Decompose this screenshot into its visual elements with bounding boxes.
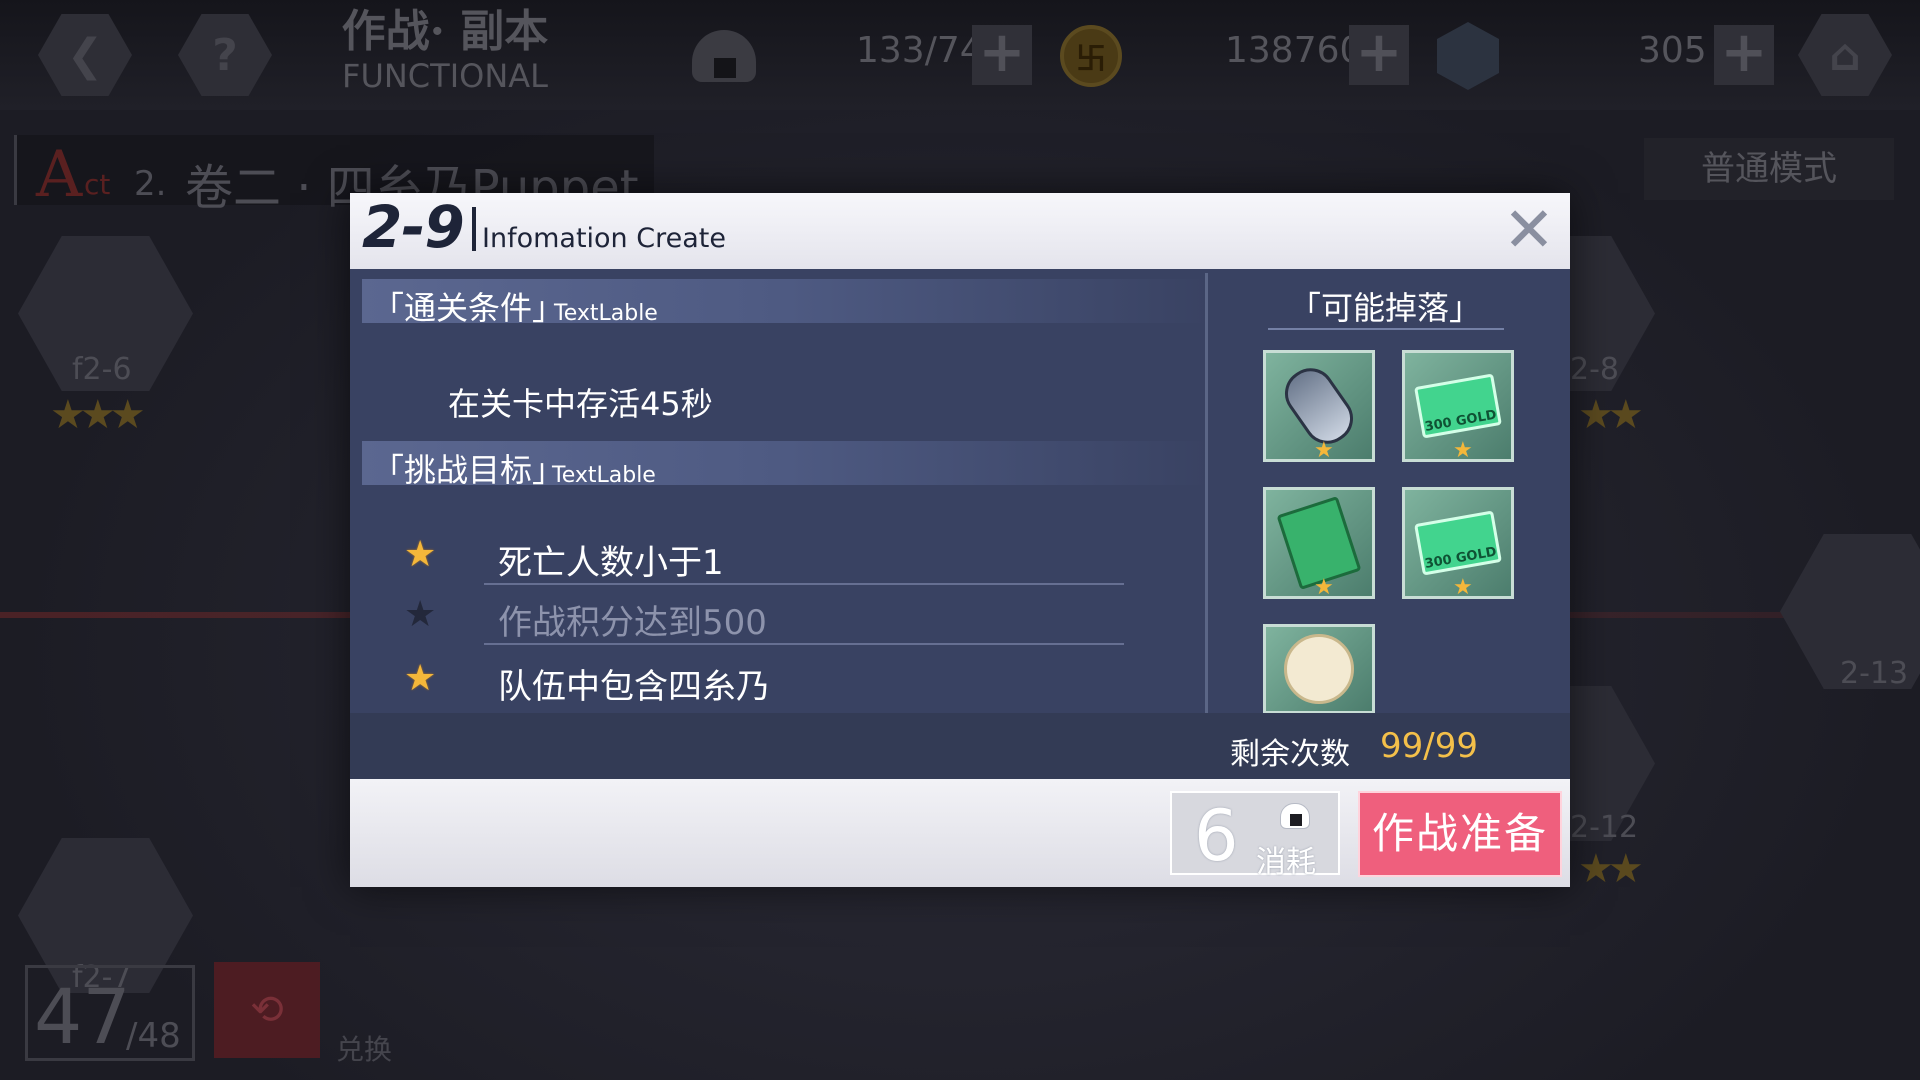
mode-button[interactable]: 普通模式	[1644, 138, 1894, 200]
star-filled-icon: ★	[404, 658, 437, 699]
goal-text: 作战积分达到500	[498, 603, 767, 643]
stamina-value: 133/74	[856, 30, 983, 71]
drop-item[interactable]: ★	[1263, 350, 1375, 463]
goal-row: ★ 队伍中包含四糸乃	[362, 651, 1162, 709]
clear-conditions-header: 「通关条件」 TextLable	[362, 279, 1210, 327]
counter-value: 47	[34, 972, 131, 1061]
challenge-goals-sub: TextLable	[552, 463, 656, 488]
dialog-header: 2-9 Infomation Create ✕	[350, 193, 1570, 269]
goal-row: ★ 死亡人数小于1	[362, 527, 1162, 585]
drop-item[interactable]: 300 GOLD ★	[1402, 350, 1514, 463]
clear-condition-text: 在关卡中存活45秒	[448, 385, 713, 423]
star-icon: ★	[1453, 438, 1473, 463]
act-suffix: ct	[84, 168, 111, 201]
star-empty-icon: ★	[404, 594, 437, 635]
stamina-cost: 6 消耗	[1170, 791, 1340, 880]
progress-counter: 47 /48	[25, 965, 195, 1061]
stage-info-dialog: 2-9 Infomation Create ✕ 「通关条件」 TextLable…	[350, 193, 1570, 887]
screen-title: 作战· 副本 FUNCTIONAL	[330, 6, 560, 94]
stage-subtitle: Infomation Create	[482, 223, 726, 254]
add-gem-button[interactable]: +	[1714, 25, 1774, 85]
screen-title-cn: 作战· 副本	[341, 6, 549, 57]
stage-node-label: 2-8	[1570, 352, 1619, 387]
remaining-label: 剩余次数	[1230, 737, 1350, 772]
exchange-label: 兑换	[336, 1033, 393, 1066]
star-filled-icon: ★	[404, 534, 437, 575]
drop-item[interactable]	[1263, 624, 1375, 714]
bunny-doll-icon	[1284, 634, 1354, 704]
drop-item[interactable]: 300 GOLD ★	[1402, 487, 1514, 600]
stage-node-label: 2-12	[1570, 810, 1639, 845]
goal-divider	[484, 643, 1124, 645]
goal-divider	[484, 583, 1124, 585]
goal-text: 队伍中包含四糸乃	[498, 667, 770, 707]
counter-total: /48	[126, 1016, 181, 1056]
act-letter: A	[36, 138, 83, 212]
stage-stars: ★★★	[50, 392, 146, 438]
stage-node-label: f2-6	[72, 352, 132, 387]
star-icon: ★	[1314, 575, 1334, 600]
coin-icon: 卐	[1060, 25, 1122, 87]
exchange-icon: ⟲	[250, 987, 284, 1033]
stage-code: 2-9	[362, 193, 465, 261]
add-gold-button[interactable]: +	[1349, 25, 1409, 85]
battle-prepare-button[interactable]: 作战准备	[1358, 791, 1562, 877]
exchange-button[interactable]: ⟲	[214, 962, 320, 1058]
rice-ball-icon	[1280, 803, 1310, 829]
act-number: 2.	[134, 164, 167, 204]
gold-value: 138760	[1225, 30, 1363, 71]
close-icon: ✕	[1503, 193, 1555, 266]
goal-text: 死亡人数小于1	[498, 543, 724, 583]
challenge-goals-header: 「挑战目标」 TextLable	[362, 441, 1210, 489]
cost-label: 消耗	[1256, 845, 1316, 880]
add-stamina-button[interactable]: +	[972, 25, 1032, 85]
screen-title-en: FUNCTIONAL	[342, 57, 548, 95]
clear-conditions-sub: TextLable	[554, 301, 658, 326]
stage-stars: ★★	[1578, 392, 1644, 438]
stage-stars: ★★	[1578, 846, 1644, 892]
challenge-goals-title: 「挑战目标」	[372, 451, 565, 489]
goal-row: ★ 作战积分达到500	[362, 587, 1162, 645]
gold-ticket-icon: 300 GOLD	[1414, 373, 1502, 439]
remaining-value: 99/99	[1380, 726, 1478, 766]
cost-value: 6	[1194, 795, 1239, 877]
question-mark-icon: ?	[212, 29, 238, 81]
header-divider	[472, 207, 476, 251]
drops-title: 「可能掉落」	[1288, 289, 1481, 327]
back-arrow-icon: ❮	[66, 29, 104, 81]
home-icon: ⌂	[1829, 29, 1861, 81]
drops-underline	[1268, 328, 1504, 330]
star-icon: ★	[1453, 575, 1473, 600]
conditions-panel: 「通关条件」 TextLable 在关卡中存活45秒 「挑战目标」 TextLa…	[362, 279, 1212, 717]
gold-ticket-icon: 300 GOLD	[1414, 510, 1502, 576]
star-icon: ★	[1314, 438, 1334, 463]
gem-value: 305	[1638, 30, 1707, 71]
panel-divider	[1205, 273, 1208, 733]
drop-item[interactable]: ★	[1263, 487, 1375, 600]
stage-node-label: 2-13	[1840, 656, 1909, 691]
close-button[interactable]: ✕	[1502, 199, 1556, 261]
clear-conditions-title: 「通关条件」	[372, 289, 565, 327]
